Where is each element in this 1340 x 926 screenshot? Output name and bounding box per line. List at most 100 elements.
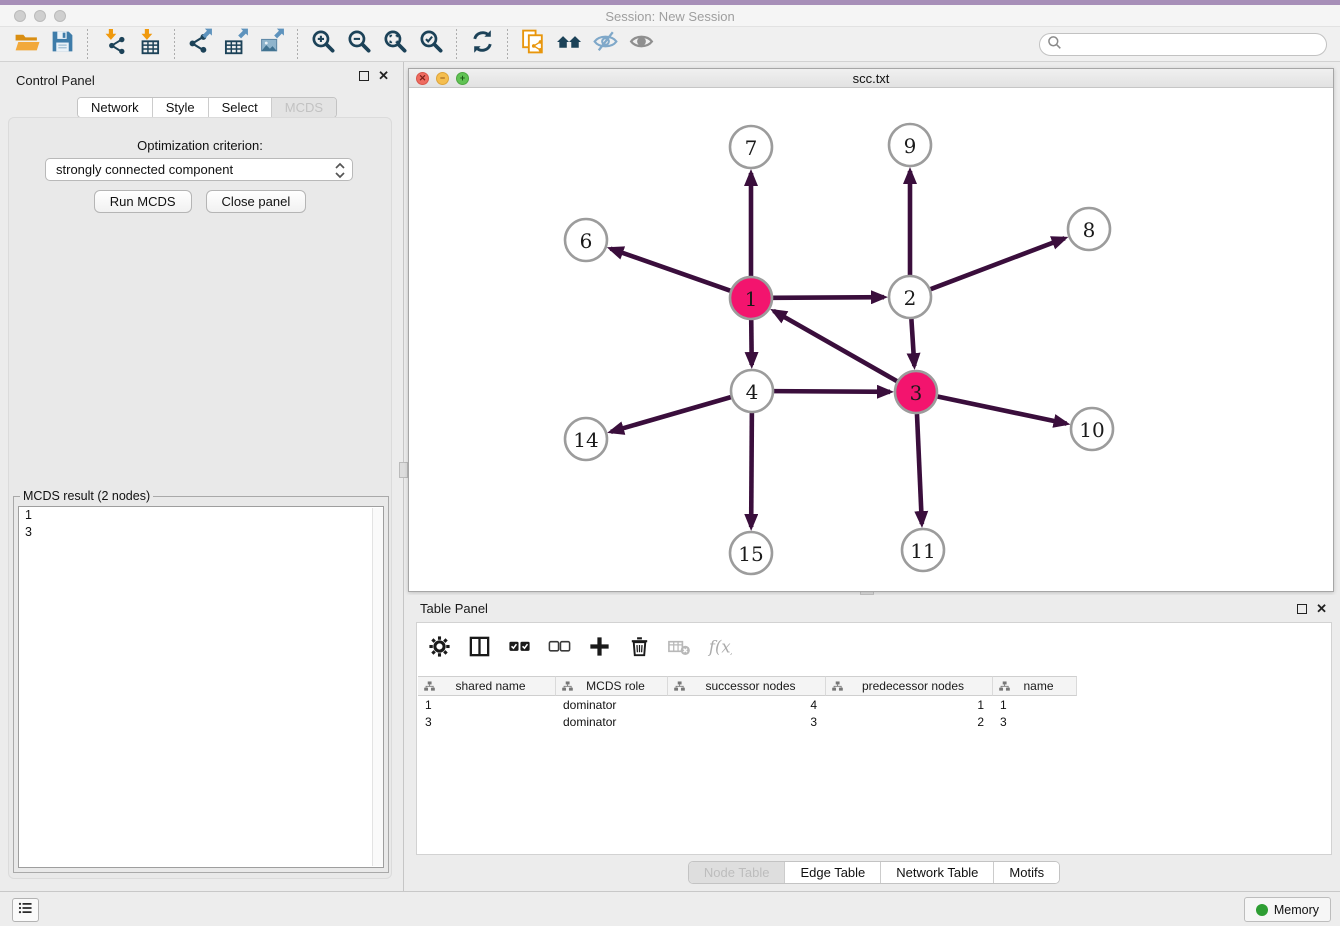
float-table-panel-icon[interactable] [1297, 604, 1307, 614]
cell-MCDS-role[interactable]: dominator [556, 697, 668, 714]
gear-button[interactable] [427, 637, 452, 662]
zoom-out-icon [346, 28, 373, 60]
deselect-all-checkboxes-button[interactable] [547, 637, 572, 662]
toolbar-separator [174, 29, 175, 59]
memory-button[interactable]: Memory [1244, 897, 1331, 922]
network-canvas[interactable]: 7968124314101511 [409, 88, 1333, 591]
run-mcds-button[interactable]: Run MCDS [94, 190, 192, 213]
cell-MCDS-role[interactable]: dominator [556, 714, 668, 731]
float-panel-icon[interactable] [359, 71, 369, 81]
export-table-icon [223, 28, 250, 60]
tab-node-table[interactable]: Node Table [689, 862, 786, 883]
close-table-panel-icon[interactable]: ✕ [1316, 604, 1327, 614]
hide-eye-button[interactable] [587, 29, 623, 60]
tab-mcds[interactable]: MCDS [272, 98, 336, 117]
delete-table-button [667, 637, 692, 662]
export-table-button[interactable] [218, 29, 254, 60]
open-button[interactable] [8, 29, 44, 60]
houses-button[interactable] [551, 29, 587, 60]
graph-node-label-2: 2 [904, 286, 917, 310]
close-panel-button[interactable]: Close panel [206, 190, 307, 213]
gear-icon [427, 634, 452, 664]
column-header-MCDS-role[interactable]: MCDS role [556, 676, 668, 696]
cell-name[interactable]: 3 [993, 714, 1077, 731]
show-eye-icon [628, 28, 655, 60]
node-table-card: f(x) shared nameMCDS rolesuccessor nodes… [416, 622, 1332, 855]
cell-successor-nodes[interactable]: 4 [668, 697, 826, 714]
dropdown-stepper-icon [334, 162, 346, 179]
edge-1-to-6[interactable] [611, 249, 731, 291]
cell-name[interactable]: 1 [993, 697, 1077, 714]
search-box[interactable] [1039, 33, 1327, 56]
export-image-icon [259, 28, 286, 60]
tab-network-table[interactable]: Network Table [881, 862, 994, 883]
columns-icon [467, 634, 492, 664]
zoom-in-button[interactable] [305, 29, 341, 60]
edge-1-to-2[interactable] [773, 297, 884, 298]
tab-edge-table[interactable]: Edge Table [785, 862, 881, 883]
column-header-predecessor-nodes[interactable]: predecessor nodes [826, 676, 993, 696]
trash-icon [627, 634, 652, 664]
result-scrollbar[interactable] [372, 508, 383, 866]
trash-button[interactable] [627, 637, 652, 662]
tab-select[interactable]: Select [209, 98, 272, 117]
panel-splitter-handle[interactable] [399, 462, 408, 478]
main-toolbar [0, 27, 1340, 62]
table-row[interactable]: 1dominator411 [418, 697, 1330, 714]
column-header-shared-name[interactable]: shared name [418, 676, 556, 696]
save-button[interactable] [44, 29, 80, 60]
edge-3-to-10[interactable] [938, 397, 1067, 424]
tab-style[interactable]: Style [153, 98, 209, 117]
zoom-out-button[interactable] [341, 29, 377, 60]
zoom-selected-button[interactable] [413, 29, 449, 60]
cell-predecessor-nodes[interactable]: 1 [826, 697, 993, 714]
cell-predecessor-nodes[interactable]: 2 [826, 714, 993, 731]
table-panel-title: Table Panel [420, 601, 488, 616]
columns-button[interactable] [467, 637, 492, 662]
show-eye-button[interactable] [623, 29, 659, 60]
graph-node-label-14: 14 [573, 428, 598, 452]
tab-network[interactable]: Network [78, 98, 153, 117]
duplicate-network-button[interactable] [515, 29, 551, 60]
mcds-result-textarea[interactable]: 13 [18, 506, 384, 868]
edge-2-to-8[interactable] [931, 238, 1065, 289]
table-row[interactable]: 3dominator323 [418, 714, 1330, 731]
zoom-selected-icon [418, 28, 445, 60]
select-all-checkboxes-icon [507, 634, 532, 664]
mcds-result-line: 1 [19, 507, 383, 524]
refresh-button[interactable] [464, 29, 500, 60]
criterion-dropdown[interactable]: strongly connected component [45, 158, 353, 181]
edge-2-to-3[interactable] [911, 319, 914, 366]
cell-shared-name[interactable]: 1 [418, 697, 556, 714]
task-history-button[interactable] [12, 898, 39, 922]
select-all-checkboxes-button[interactable] [507, 637, 532, 662]
cell-successor-nodes[interactable]: 3 [668, 714, 826, 731]
column-header-successor-nodes[interactable]: successor nodes [668, 676, 826, 696]
search-input[interactable] [1066, 38, 1326, 52]
edge-4-to-3[interactable] [774, 391, 890, 392]
hierarchy-icon [418, 680, 436, 693]
mcds-result-line: 3 [19, 524, 383, 541]
edge-3-to-1[interactable] [774, 311, 897, 381]
import-table-button[interactable] [131, 29, 167, 60]
open-icon [13, 28, 40, 60]
network-window-titlebar[interactable]: ✕ − + scc.txt [409, 69, 1333, 88]
export-image-button[interactable] [254, 29, 290, 60]
cell-shared-name[interactable]: 3 [418, 714, 556, 731]
edge-3-to-11[interactable] [917, 414, 922, 524]
hide-eye-icon [592, 28, 619, 60]
close-panel-icon[interactable]: ✕ [378, 71, 389, 81]
edge-4-to-14[interactable] [611, 397, 731, 432]
import-network-button[interactable] [95, 29, 131, 60]
add-row-button[interactable] [587, 637, 612, 662]
hierarchy-icon [556, 680, 574, 693]
export-network-button[interactable] [182, 29, 218, 60]
toolbar-separator [507, 29, 508, 59]
tab-motifs[interactable]: Motifs [994, 862, 1059, 883]
zoom-fit-button[interactable] [377, 29, 413, 60]
column-header-name[interactable]: name [993, 676, 1077, 696]
table-panel-tabs: Node TableEdge TableNetwork TableMotifs [688, 861, 1060, 884]
edge-4-to-15[interactable] [751, 413, 752, 527]
svg-text:f(x): f(x) [708, 637, 732, 656]
mcds-result-title: MCDS result (2 nodes) [20, 489, 153, 503]
